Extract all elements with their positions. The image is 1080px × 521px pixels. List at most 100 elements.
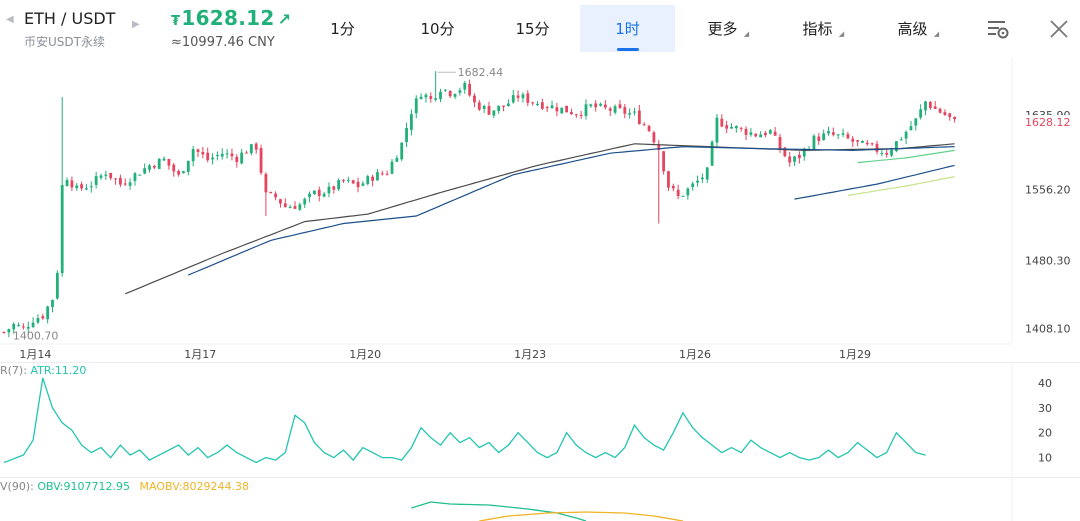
candle-body	[196, 149, 200, 152]
candle-body	[17, 325, 20, 327]
tab-advanced[interactable]: 高级 ◢	[865, 5, 960, 52]
candle-body	[662, 151, 665, 172]
candle-body	[128, 182, 132, 186]
candle-body	[380, 173, 384, 175]
candle-body	[376, 172, 379, 181]
tab-1m[interactable]: 1分	[295, 5, 390, 52]
candle-body	[628, 112, 632, 115]
candle-body	[909, 126, 913, 131]
candle-body	[216, 154, 219, 156]
candle-body	[584, 104, 588, 116]
trading-pair-title[interactable]: ETH / USDT	[24, 9, 115, 28]
candle-body	[303, 198, 307, 205]
tab-15m[interactable]: 15分	[485, 5, 580, 52]
obv-indicator-chart[interactable]	[0, 478, 1080, 521]
tab-1h[interactable]: 1时	[580, 5, 675, 52]
candle-body	[885, 152, 889, 155]
tab-indicators[interactable]: 指标 ◢	[770, 5, 865, 52]
chart-settings-icon[interactable]	[985, 16, 1011, 42]
next-symbol-arrow-icon[interactable]: ▶	[132, 19, 140, 30]
candle-body	[550, 105, 554, 109]
candle-body	[385, 173, 389, 175]
candle-body	[366, 176, 370, 184]
candle-body	[400, 142, 404, 160]
candle-body	[773, 131, 777, 136]
candle-body	[642, 124, 646, 126]
candle-body	[633, 111, 636, 113]
candle-body	[545, 107, 549, 109]
tab-more[interactable]: 更多 ◢	[675, 5, 770, 52]
candle-body	[793, 156, 796, 162]
candle-body	[410, 114, 413, 130]
x-tick-label: 1月26	[679, 348, 711, 361]
candle-body	[696, 180, 699, 183]
candle-body	[448, 90, 452, 97]
candle-body	[948, 113, 952, 118]
candle-body	[497, 105, 501, 112]
candle-body	[565, 105, 568, 113]
candle-body	[94, 176, 98, 185]
candle-body	[822, 133, 826, 141]
candle-body	[356, 181, 360, 188]
candle-body	[259, 148, 263, 173]
dropdown-triangle-icon: ◢	[743, 29, 750, 38]
candle-body	[953, 116, 956, 120]
candle-body	[827, 131, 830, 134]
candle-body	[70, 180, 74, 188]
atr-indicator-chart[interactable]: 40 30 20 10	[0, 362, 1080, 477]
candle-body	[764, 132, 767, 136]
candle-body	[492, 110, 496, 116]
candle-body	[254, 143, 258, 150]
candle-body	[613, 106, 617, 113]
candle-body	[346, 179, 350, 181]
candle-body	[477, 102, 481, 110]
atr-y-tick-label: 10	[1038, 452, 1052, 465]
candles-layer	[2, 71, 956, 338]
candle-body	[904, 131, 908, 139]
exchange-subtitle: 币安USDT永续	[24, 35, 105, 49]
atr-line	[3, 377, 926, 464]
x-tick-label: 1月20	[349, 348, 381, 361]
candle-body	[468, 83, 471, 96]
candle-body	[817, 136, 821, 141]
candle-body	[599, 103, 602, 106]
candle-body	[482, 105, 486, 109]
candle-body	[36, 318, 40, 323]
candle-body	[919, 109, 923, 118]
previous-symbol-arrow-icon[interactable]: ◀	[6, 14, 14, 25]
moving-average-line	[188, 145, 955, 276]
moving-average-line	[794, 164, 955, 200]
candle-body	[608, 108, 612, 111]
candle-body	[351, 180, 355, 184]
candle-body	[637, 110, 641, 125]
candle-body	[812, 135, 816, 149]
tab-10m[interactable]: 10分	[390, 5, 485, 52]
candle-body	[502, 105, 505, 107]
candle-body	[730, 126, 733, 129]
candle-body	[880, 153, 884, 155]
candle-body	[487, 106, 491, 115]
candle-body	[2, 332, 6, 334]
candle-body	[235, 156, 239, 163]
candle-body	[671, 185, 675, 189]
candle-body	[560, 107, 564, 114]
candle-body	[75, 185, 79, 189]
moving-average-line	[857, 149, 955, 164]
candle-body	[322, 193, 326, 197]
candle-body	[41, 316, 45, 319]
candlestick-chart[interactable]: 1635.90 1556.20 1480.30 1408.10 1628.12 …	[0, 58, 1080, 362]
candle-body	[298, 204, 302, 210]
candle-body	[744, 128, 748, 135]
candle-body	[424, 94, 428, 98]
candle-body	[914, 118, 918, 126]
candle-body	[201, 151, 205, 155]
candle-body	[7, 329, 11, 333]
moving-averages-layer	[124, 143, 955, 295]
candle-body	[390, 161, 394, 174]
candle-body	[768, 130, 772, 134]
candle-body	[676, 189, 680, 197]
candle-body	[308, 193, 311, 198]
candle-body	[720, 118, 724, 127]
candle-body	[220, 153, 224, 157]
close-icon[interactable]	[1046, 16, 1072, 42]
